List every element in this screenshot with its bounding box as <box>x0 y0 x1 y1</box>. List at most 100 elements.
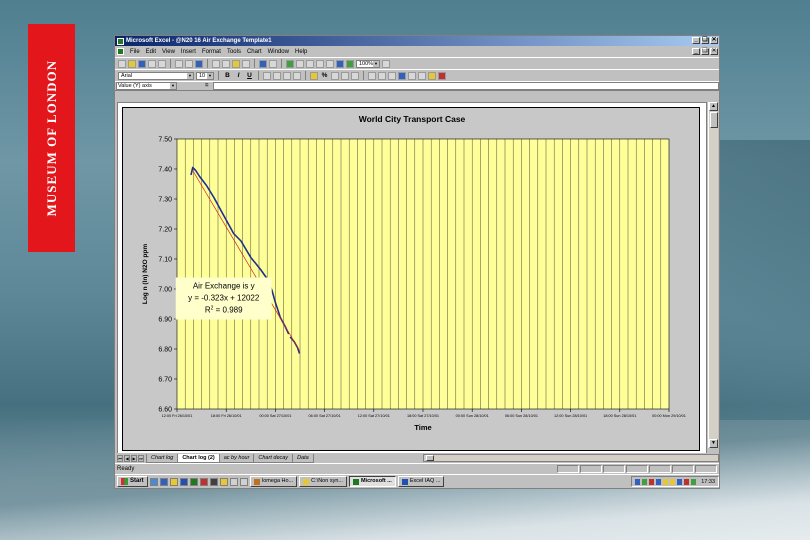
start-button[interactable]: Start <box>117 476 148 487</box>
doc-minimize-button[interactable]: _ <box>692 48 700 55</box>
task-folder[interactable]: C:\Non syn... <box>299 476 347 487</box>
open-icon[interactable] <box>128 59 136 68</box>
chart-wizard-icon[interactable] <box>336 59 344 68</box>
maximize-button[interactable]: ❑ <box>701 37 709 44</box>
sort-descending-icon[interactable] <box>326 59 334 68</box>
currency-icon[interactable] <box>310 71 318 80</box>
save-icon[interactable] <box>138 59 146 68</box>
percent-button[interactable]: % <box>320 72 329 79</box>
doc-restore-button[interactable]: ❑ <box>701 48 709 55</box>
x-axis[interactable]: 12:00 Fri 26/10/01 18:00 Fri 26/10/01 00:0… <box>162 409 686 418</box>
prev-sheet-icon[interactable]: ◀ <box>124 454 130 462</box>
help-icon[interactable] <box>382 59 390 68</box>
autosum-icon[interactable] <box>296 59 304 68</box>
copy-icon[interactable] <box>222 59 230 68</box>
title-bar[interactable]: Microsoft Excel - @N20 16 Air Exchange T… <box>115 36 719 46</box>
menu-insert[interactable]: Insert <box>181 49 196 55</box>
hyperlink-icon[interactable] <box>286 59 294 68</box>
new-icon[interactable] <box>118 59 126 68</box>
undo-icon[interactable] <box>259 59 267 68</box>
menu-file[interactable]: File <box>130 49 140 55</box>
last-sheet-icon[interactable]: ⏭ <box>138 454 144 462</box>
next-sheet-icon[interactable]: ▶ <box>131 454 137 462</box>
tray-icon[interactable] <box>677 478 683 485</box>
formula-equals[interactable]: = <box>205 83 209 89</box>
paste-icon[interactable] <box>232 59 240 68</box>
task-iomega[interactable]: Iomega Ho... <box>249 476 298 487</box>
chart-area[interactable]: World City Transport Case 7.50 7.40 7.30 7.… <box>122 107 700 451</box>
italic-button[interactable]: I <box>234 72 243 79</box>
task-microsoft-excel[interactable]: Microsoft ... <box>348 476 396 487</box>
menu-help[interactable]: Help <box>295 49 307 55</box>
email-icon[interactable] <box>148 59 156 68</box>
menu-window[interactable]: Window <box>268 49 289 55</box>
y-axis-label[interactable]: Log n (ln) N2O ppm <box>142 244 149 305</box>
clock[interactable]: 17:33 <box>701 479 715 485</box>
tray-icon[interactable] <box>649 478 655 485</box>
comma-style-icon[interactable] <box>331 71 339 80</box>
tab-chart-decay[interactable]: Chart decay <box>253 453 294 463</box>
x-axis-label[interactable]: Time <box>414 423 431 432</box>
scroll-thumb[interactable] <box>710 112 718 128</box>
web-icon[interactable] <box>158 59 166 68</box>
chart-type-icon[interactable] <box>388 71 396 80</box>
scroll-up-icon[interactable]: ▲ <box>709 102 718 111</box>
tray-icon[interactable] <box>691 478 697 485</box>
sort-ascending-icon[interactable] <box>316 59 324 68</box>
minimize-button[interactable]: _ <box>692 37 700 44</box>
cut-icon[interactable] <box>212 59 220 68</box>
merge-center-icon[interactable] <box>293 71 301 80</box>
font-name-select[interactable]: Arial ▼ <box>118 71 194 80</box>
workbook-icon[interactable] <box>117 48 124 55</box>
tray-icon[interactable] <box>642 478 648 485</box>
align-center-icon[interactable] <box>273 71 281 80</box>
menu-chart[interactable]: Chart <box>247 49 262 55</box>
tab-chart-log[interactable]: Chart log <box>146 453 179 463</box>
increase-indent-icon[interactable] <box>378 71 386 80</box>
tray-icon[interactable] <box>684 478 690 485</box>
name-box[interactable]: Value (Y) axis ▼ <box>116 82 177 90</box>
font-size-select[interactable]: 10 ▼ <box>196 71 214 80</box>
first-sheet-icon[interactable]: ⏮ <box>117 454 123 462</box>
spelling-icon[interactable] <box>195 59 203 68</box>
underline-button[interactable]: U <box>245 72 254 79</box>
format-painter-icon[interactable] <box>242 59 250 68</box>
chart-title[interactable]: World City Transport Case <box>359 114 466 124</box>
align-right-icon[interactable] <box>283 71 291 80</box>
tray-icon[interactable] <box>656 478 662 485</box>
font-color-icon[interactable] <box>438 71 446 80</box>
tab-data[interactable]: Data <box>292 453 314 463</box>
tab-chart-log-2[interactable]: Chart log (2) <box>177 453 220 463</box>
align-left-icon[interactable] <box>263 71 271 80</box>
zoom-select[interactable]: 100% ▼ <box>356 59 380 68</box>
app-icon[interactable] <box>209 477 218 486</box>
function-icon[interactable] <box>306 59 314 68</box>
network-icon[interactable] <box>239 477 248 486</box>
doc-close-button[interactable]: ✕ <box>710 48 718 55</box>
data-table-icon[interactable] <box>408 71 416 80</box>
tray-icon[interactable] <box>635 478 641 485</box>
decrease-decimal-icon[interactable] <box>351 71 359 80</box>
trendline-label[interactable]: Air Exchange is y y = -0.323x + 12022 R2… <box>175 277 272 320</box>
legend-icon[interactable] <box>398 71 406 80</box>
y-axis[interactable]: 7.50 7.40 7.30 7.20 7.10 7.00 6.90 6.80 6.70 6.60 <box>158 137 177 414</box>
print-icon[interactable] <box>175 59 183 68</box>
scroll-down-icon[interactable]: ▼ <box>709 439 718 448</box>
menu-edit[interactable]: Edit <box>146 49 156 55</box>
vertical-scrollbar[interactable]: ▲ ▼ <box>708 102 718 448</box>
hscroll-thumb[interactable] <box>425 455 434 461</box>
fill-color-icon[interactable] <box>428 71 436 80</box>
task-excel-iaq[interactable]: Excel IAQ ... <box>397 476 445 487</box>
decrease-indent-icon[interactable] <box>368 71 376 80</box>
excel-quicklaunch-icon[interactable] <box>189 477 198 486</box>
print-preview-icon[interactable] <box>185 59 193 68</box>
close-button[interactable]: ✕ <box>710 37 718 44</box>
chart-svg[interactable]: World City Transport Case 7.507.407.307.… <box>123 108 701 452</box>
horizontal-scrollbar[interactable] <box>422 454 719 462</box>
tab-ac-by-hour[interactable]: ac by hour <box>218 453 255 463</box>
tray-icon[interactable] <box>670 478 676 485</box>
drive-icon[interactable] <box>229 477 238 486</box>
formula-input[interactable] <box>212 82 719 90</box>
outlook-icon[interactable] <box>169 477 178 486</box>
redo-icon[interactable] <box>269 59 277 68</box>
